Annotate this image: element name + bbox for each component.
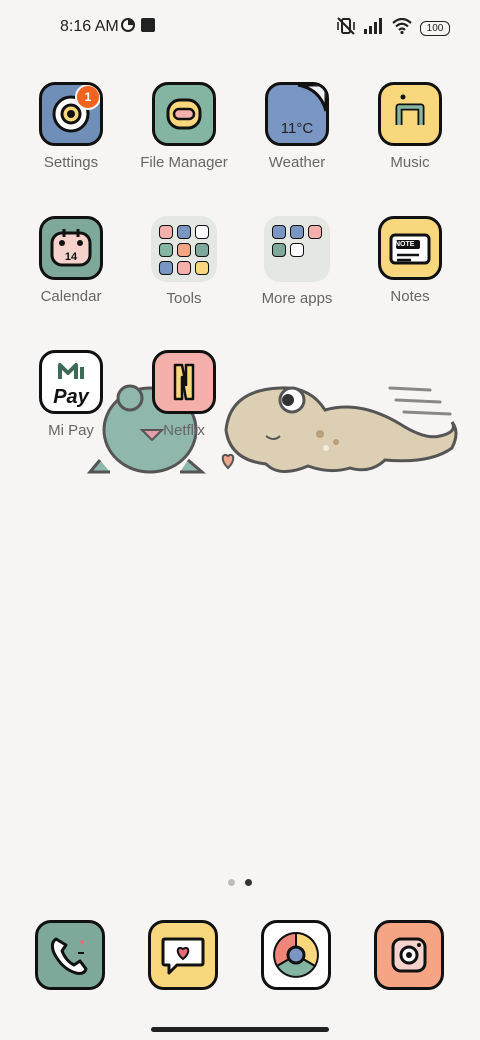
messages-icon <box>148 920 218 990</box>
app-label: Settings <box>43 154 99 171</box>
mi-pay-text: Pay <box>53 386 89 408</box>
app-label: Tools <box>166 290 202 307</box>
music-icon <box>378 82 442 146</box>
mi-pay-icon: Pay <box>39 350 103 414</box>
signal-icon <box>364 18 384 39</box>
app-notes[interactable]: NOTE Notes <box>355 216 465 305</box>
mini-app-icon <box>159 225 173 239</box>
chrome-icon <box>261 920 331 990</box>
app-label: Music <box>390 154 430 171</box>
settings-icon: 1 <box>39 82 103 146</box>
app-label: Weather <box>268 154 326 171</box>
dock-phone[interactable] <box>35 920 105 990</box>
status-time: 8:16 AM <box>60 18 119 35</box>
tools-folder-icon <box>151 216 217 282</box>
app-file-manager[interactable]: File Manager <box>129 82 239 171</box>
mini-app-icon <box>177 225 191 239</box>
app-calendar[interactable]: 14 Calendar <box>16 216 126 305</box>
notification-badge: 1 <box>75 85 100 110</box>
app-settings[interactable]: 1 Settings <box>16 82 126 171</box>
wifi-icon <box>392 17 412 39</box>
weather-temp: 11°C <box>280 120 314 137</box>
battery-indicator: 100 <box>420 21 450 36</box>
app-label: Mi Pay <box>48 422 94 439</box>
lizard-illustration <box>224 386 458 473</box>
status-right: 100 <box>336 17 450 40</box>
app-label: Calendar <box>40 288 102 305</box>
more-apps-folder-icon <box>264 216 330 282</box>
folder-tools[interactable]: Tools <box>129 216 239 307</box>
calendar-day: 14 <box>64 251 78 263</box>
app-label: More apps <box>261 290 333 307</box>
status-bar: 8:16 AM 100 <box>0 0 480 56</box>
dock-chrome[interactable] <box>261 920 331 990</box>
app-mi-pay[interactable]: Pay Mi Pay <box>16 350 126 439</box>
app-weather[interactable]: 11°C Weather <box>242 82 352 171</box>
mini-app-icon <box>195 243 209 257</box>
mini-app-icon <box>272 225 286 239</box>
app-label: File Manager <box>140 154 228 171</box>
file-manager-icon <box>152 82 216 146</box>
dock-messages[interactable] <box>148 920 218 990</box>
mini-app-icon <box>159 243 173 257</box>
folder-more-apps[interactable]: More apps <box>242 216 352 307</box>
app-label: Netflix <box>163 422 205 439</box>
mini-app-icon <box>290 243 304 257</box>
app-label: Notes <box>390 288 430 305</box>
phone-icon <box>35 920 105 990</box>
dock-camera[interactable] <box>374 920 444 990</box>
mini-app-icon <box>177 243 191 257</box>
mini-app-icon <box>195 261 209 275</box>
netflix-icon <box>152 350 216 414</box>
app-music[interactable]: Music <box>355 82 465 171</box>
notes-icon: NOTE <box>378 216 442 280</box>
data-saver-icon <box>121 18 135 37</box>
weather-icon: 11°C <box>265 82 329 146</box>
mini-app-icon <box>308 225 322 239</box>
heart-icon <box>221 454 235 470</box>
app-netflix[interactable]: Netflix <box>129 350 239 439</box>
home-indicator[interactable] <box>151 1027 329 1032</box>
notes-text: NOTE <box>395 241 415 248</box>
mini-app-icon <box>272 243 286 257</box>
vibrate-mute-icon <box>336 17 356 40</box>
camera-icon <box>374 920 444 990</box>
calendar-icon: 14 <box>39 216 103 280</box>
notification-square-icon <box>141 18 155 37</box>
mini-app-icon <box>290 225 304 239</box>
mini-app-icon <box>177 261 191 275</box>
mini-app-icon <box>159 261 173 275</box>
page-dot-active[interactable] <box>245 879 252 886</box>
mini-app-icon <box>195 225 209 239</box>
page-indicator <box>228 879 252 886</box>
page-dot[interactable] <box>228 879 235 886</box>
status-left-icons <box>121 18 155 37</box>
